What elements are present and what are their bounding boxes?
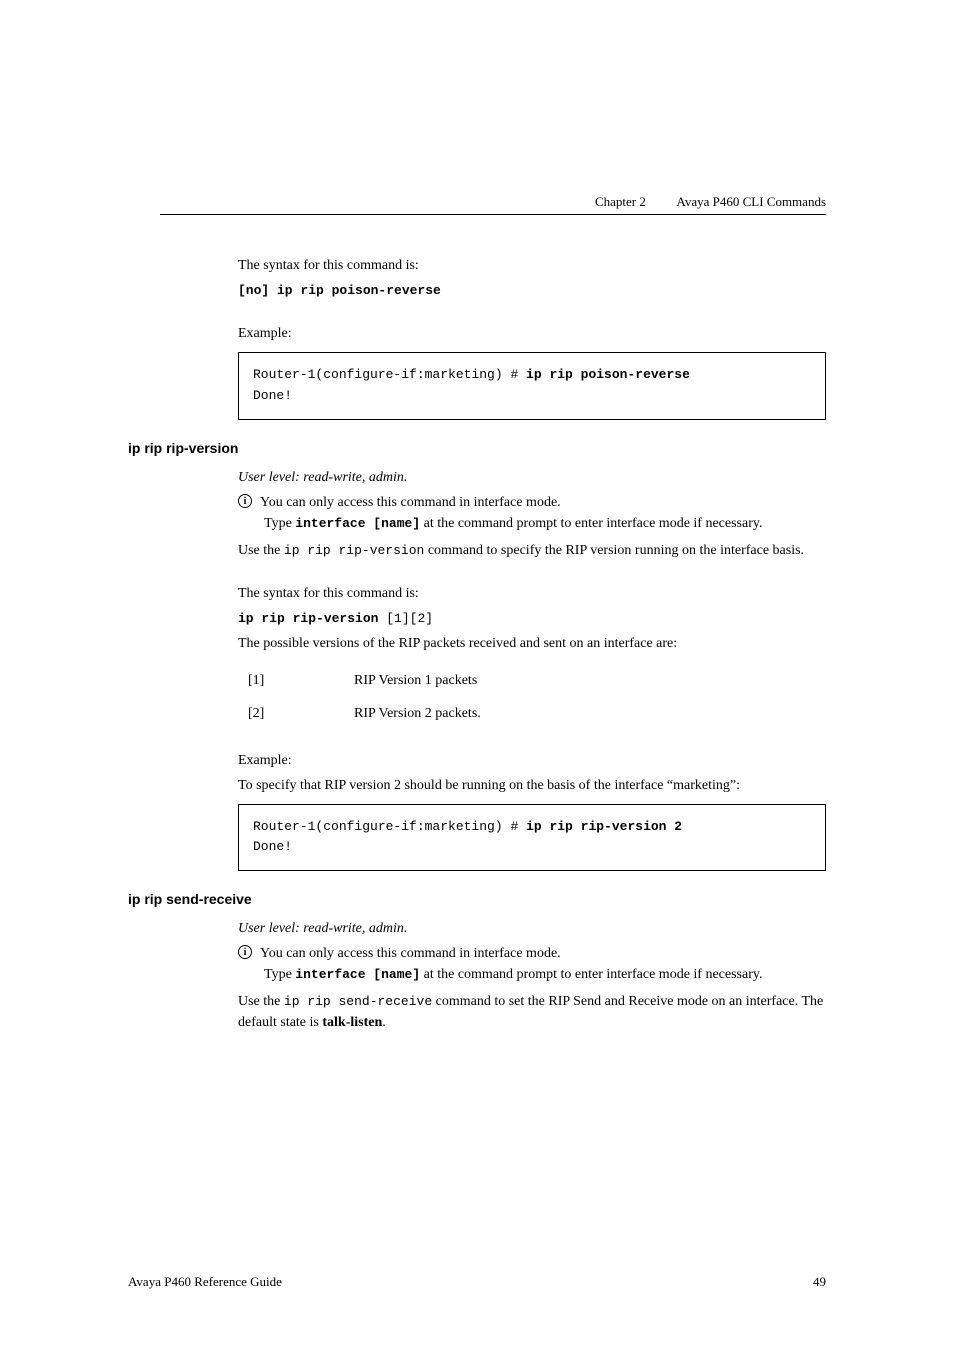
note-line2b-3: interface [name] xyxy=(295,967,420,982)
desc-2b: command to specify the RIP version runni… xyxy=(424,543,804,558)
example-label-1: Example: xyxy=(238,323,826,344)
desc-2: Use the ip rip rip-version command to sp… xyxy=(238,540,826,561)
code-result-2: Done! xyxy=(253,839,292,854)
desc-3-cmd: ip rip send-receive xyxy=(284,994,432,1009)
code-box-1: Router-1(configure-if:marketing) # ip ri… xyxy=(238,352,826,420)
note-line1-3: You can only access this command in inte… xyxy=(260,943,561,964)
example-label-2: Example: xyxy=(238,750,826,771)
desc-2a: Use the xyxy=(238,543,284,558)
page-footer: Avaya P460 Reference Guide 49 xyxy=(128,1272,826,1292)
syntax-intro-1: The syntax for this command is: xyxy=(238,255,826,276)
heading-rip-version: ip rip rip-version xyxy=(128,438,826,459)
heading-send-receive: ip rip send-receive xyxy=(128,889,826,910)
version-desc-1: RIP Version 1 packets xyxy=(354,664,481,697)
version-desc-2: RIP Version 2 packets. xyxy=(354,697,481,730)
code-box-2: Router-1(configure-if:marketing) # ip ri… xyxy=(238,804,826,872)
info-icon: i xyxy=(238,494,252,508)
chapter-title: Avaya P460 CLI Commands xyxy=(676,194,826,209)
desc-3c: . xyxy=(382,1015,386,1030)
footer-left: Avaya P460 Reference Guide xyxy=(128,1274,282,1289)
versions-table: [1] RIP Version 1 packets [2] RIP Versio… xyxy=(244,664,481,730)
code-cmd-1: ip rip poison-reverse xyxy=(526,367,690,382)
syntax-cmd-2: ip rip rip-version xyxy=(238,611,378,626)
example-desc-2: To specify that RIP version 2 should be … xyxy=(238,775,826,796)
note-line2b-2: interface [name] xyxy=(295,516,420,531)
version-key-1: [1] xyxy=(244,664,354,697)
user-level-3: User level: read-write, admin. xyxy=(238,918,826,939)
table-row: [2] RIP Version 2 packets. xyxy=(244,697,481,730)
note-line2c-2: at the command prompt to enter interface… xyxy=(420,516,762,531)
desc-3: Use the ip rip send-receive command to s… xyxy=(238,991,826,1033)
chapter-header: Chapter 2 Avaya P460 CLI Commands xyxy=(595,192,826,212)
syntax-command-1: [no] ip rip poison-reverse xyxy=(238,283,441,298)
syntax-intro-2: The syntax for this command is: xyxy=(238,583,826,604)
desc-2-cmd: ip rip rip-version xyxy=(284,543,424,558)
note-line1-2: You can only access this command in inte… xyxy=(260,492,561,513)
table-row: [1] RIP Version 1 packets xyxy=(244,664,481,697)
code-prompt-2: Router-1(configure-if:marketing) # xyxy=(253,819,526,834)
syntax-args-2: [1][2] xyxy=(378,611,433,626)
versions-intro: The possible versions of the RIP packets… xyxy=(238,633,826,654)
code-cmd-2: ip rip rip-version 2 xyxy=(526,819,682,834)
version-key-2: [2] xyxy=(244,697,354,730)
note-line2a-2: Type xyxy=(264,516,295,531)
note-block-3: i You can only access this command in in… xyxy=(238,943,826,985)
code-result-1: Done! xyxy=(253,388,292,403)
note-line2a-3: Type xyxy=(264,967,295,982)
user-level-2: User level: read-write, admin. xyxy=(238,467,826,488)
desc-3-bold: talk-listen xyxy=(322,1015,382,1030)
code-prompt-1: Router-1(configure-if:marketing) # xyxy=(253,367,526,382)
note-line2c-3: at the command prompt to enter interface… xyxy=(420,967,762,982)
chapter-number: Chapter 2 xyxy=(595,194,646,209)
header-rule xyxy=(160,214,826,215)
info-icon: i xyxy=(238,945,252,959)
desc-3a: Use the xyxy=(238,994,284,1009)
footer-page-number: 49 xyxy=(813,1272,826,1292)
note-block-2: i You can only access this command in in… xyxy=(238,492,826,534)
